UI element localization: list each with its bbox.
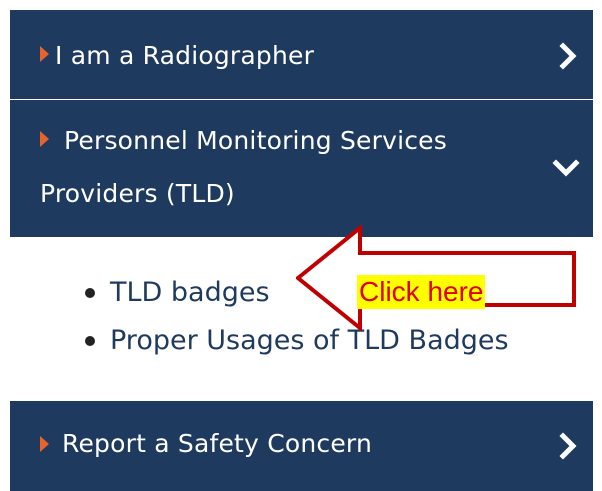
orange-triangle-bullet-icon — [40, 436, 49, 452]
menu-item-label: I am a Radiographer — [55, 41, 315, 70]
menu-item-report-safety-concern[interactable]: Report a Safety Concern — [10, 401, 593, 491]
chevron-right-icon[interactable] — [553, 431, 583, 461]
chevron-right-icon[interactable] — [553, 41, 583, 71]
orange-triangle-bullet-icon — [40, 46, 49, 62]
bullet-dot-icon — [85, 288, 95, 298]
menu-item-label: Report a Safety Concern — [62, 429, 373, 458]
menu-item-radiographer[interactable]: I am a Radiographer — [10, 10, 593, 100]
tld-badges-link[interactable]: TLD badges — [110, 277, 270, 308]
orange-triangle-bullet-icon — [40, 131, 49, 147]
menu-item-personnel-monitoring[interactable]: Personnel Monitoring Services Providers … — [10, 100, 593, 238]
chevron-down-icon[interactable] — [551, 153, 581, 183]
menu-item-label-line-1: Personnel Monitoring Services — [64, 126, 447, 155]
bullet-dot-icon — [85, 336, 95, 346]
callout-label: Click here — [357, 275, 486, 309]
menu-item-label-line-2: Providers (TLD) — [40, 179, 235, 208]
